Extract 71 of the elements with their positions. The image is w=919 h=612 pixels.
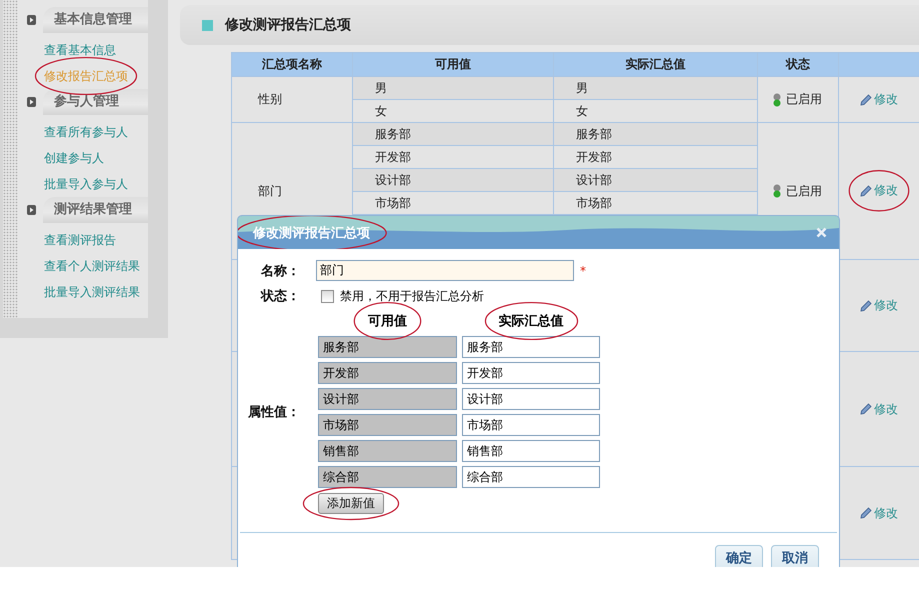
add-value-button[interactable]: 添加新值 xyxy=(318,493,384,514)
bullet-icon xyxy=(27,205,36,215)
field-label: 状态： xyxy=(259,288,300,305)
table-cell: 开发部 xyxy=(375,150,411,164)
close-icon[interactable] xyxy=(816,227,827,238)
actual-value-field[interactable]: 市场部 xyxy=(462,414,600,436)
sidebar-link[interactable]: 创建参与人 xyxy=(44,151,104,165)
section-header: 基本信息管理 xyxy=(43,7,148,33)
table-cell: 市场部 xyxy=(576,196,612,210)
page-title: 修改测评报告汇总项 xyxy=(225,16,351,34)
table-cell: 男 xyxy=(375,80,387,94)
sidebar-link[interactable]: 批量导入测评结果 xyxy=(44,285,140,299)
table-cell: 设计部 xyxy=(375,172,411,186)
table-cell: 女 xyxy=(576,104,588,118)
table-cell: 部门 xyxy=(258,184,282,198)
section-header: 测评结果管理 xyxy=(43,197,148,223)
table-cell: 市场部 xyxy=(375,196,411,210)
actual-value-field[interactable]: 销售部 xyxy=(462,440,600,462)
table-cell: 设计部 xyxy=(576,172,612,186)
name-field[interactable]: 部门 xyxy=(316,260,574,281)
sidebar-link[interactable]: 批量导入参与人 xyxy=(44,177,128,191)
available-value-field: 服务部 xyxy=(318,336,457,358)
title-marker-icon xyxy=(202,20,213,30)
sidebar-link[interactable]: 查看所有参与人 xyxy=(44,125,128,139)
bullet-icon xyxy=(27,15,36,25)
table-cell: 服务部 xyxy=(375,126,411,140)
actual-value-field[interactable]: 设计部 xyxy=(462,388,600,410)
column-header: 状态 xyxy=(758,52,838,76)
dialog-button[interactable]: 确定 xyxy=(715,545,763,567)
section-header: 参与人管理 xyxy=(43,89,148,115)
sidebar-link[interactable]: 查看基本信息 xyxy=(44,43,116,57)
available-value-field: 设计部 xyxy=(318,388,457,410)
table-cell: 女 xyxy=(375,104,387,118)
sidebar-link[interactable]: 查看测评报告 xyxy=(44,233,116,247)
status-text: 已启用 xyxy=(786,182,822,200)
pencil-icon xyxy=(860,507,872,519)
column-header: 汇总项名称 xyxy=(232,52,352,76)
available-value-field: 销售部 xyxy=(318,440,457,462)
edit-link[interactable]: 修改 xyxy=(874,297,898,314)
edit-link[interactable]: 修改 xyxy=(874,182,898,200)
pencil-icon xyxy=(860,94,872,106)
pencil-icon xyxy=(860,300,872,312)
table-cell: 服务部 xyxy=(576,126,612,140)
status-text: 已启用 xyxy=(786,91,822,108)
actual-value-field[interactable]: 服务部 xyxy=(462,336,600,358)
dialog-button[interactable]: 取消 xyxy=(771,545,819,567)
pencil-icon xyxy=(860,184,872,197)
column-header: 可用值 xyxy=(352,52,554,76)
column-header: 实际汇总值 xyxy=(554,52,758,76)
sidebar-link[interactable]: 查看个人测评结果 xyxy=(44,259,140,273)
edit-link[interactable]: 修改 xyxy=(874,91,898,108)
field-label: 属性值： xyxy=(247,404,300,421)
available-value-field: 开发部 xyxy=(318,362,457,384)
available-value-field: 市场部 xyxy=(318,414,457,436)
table-cell: 男 xyxy=(576,80,588,94)
checkbox-label: 禁用，不用于报告汇总分析 xyxy=(340,288,484,304)
required-mark: * xyxy=(580,264,586,278)
pencil-icon xyxy=(860,403,872,415)
edit-link[interactable]: 修改 xyxy=(874,400,898,418)
available-value-field: 综合部 xyxy=(318,466,457,488)
dialog-title: 修改测评报告汇总项 xyxy=(253,226,370,240)
actual-value-field[interactable]: 开发部 xyxy=(462,362,600,384)
column-header: 可用值 xyxy=(368,314,407,329)
table-cell: 性别 xyxy=(258,92,282,106)
actual-value-field[interactable]: 综合部 xyxy=(462,466,600,488)
checkbox[interactable] xyxy=(321,290,334,302)
table-cell: 开发部 xyxy=(576,150,612,164)
column-header: 实际汇总值 xyxy=(498,314,564,329)
field-label: 名称： xyxy=(260,262,300,280)
edit-link[interactable]: 修改 xyxy=(874,504,898,522)
bullet-icon xyxy=(27,97,36,107)
